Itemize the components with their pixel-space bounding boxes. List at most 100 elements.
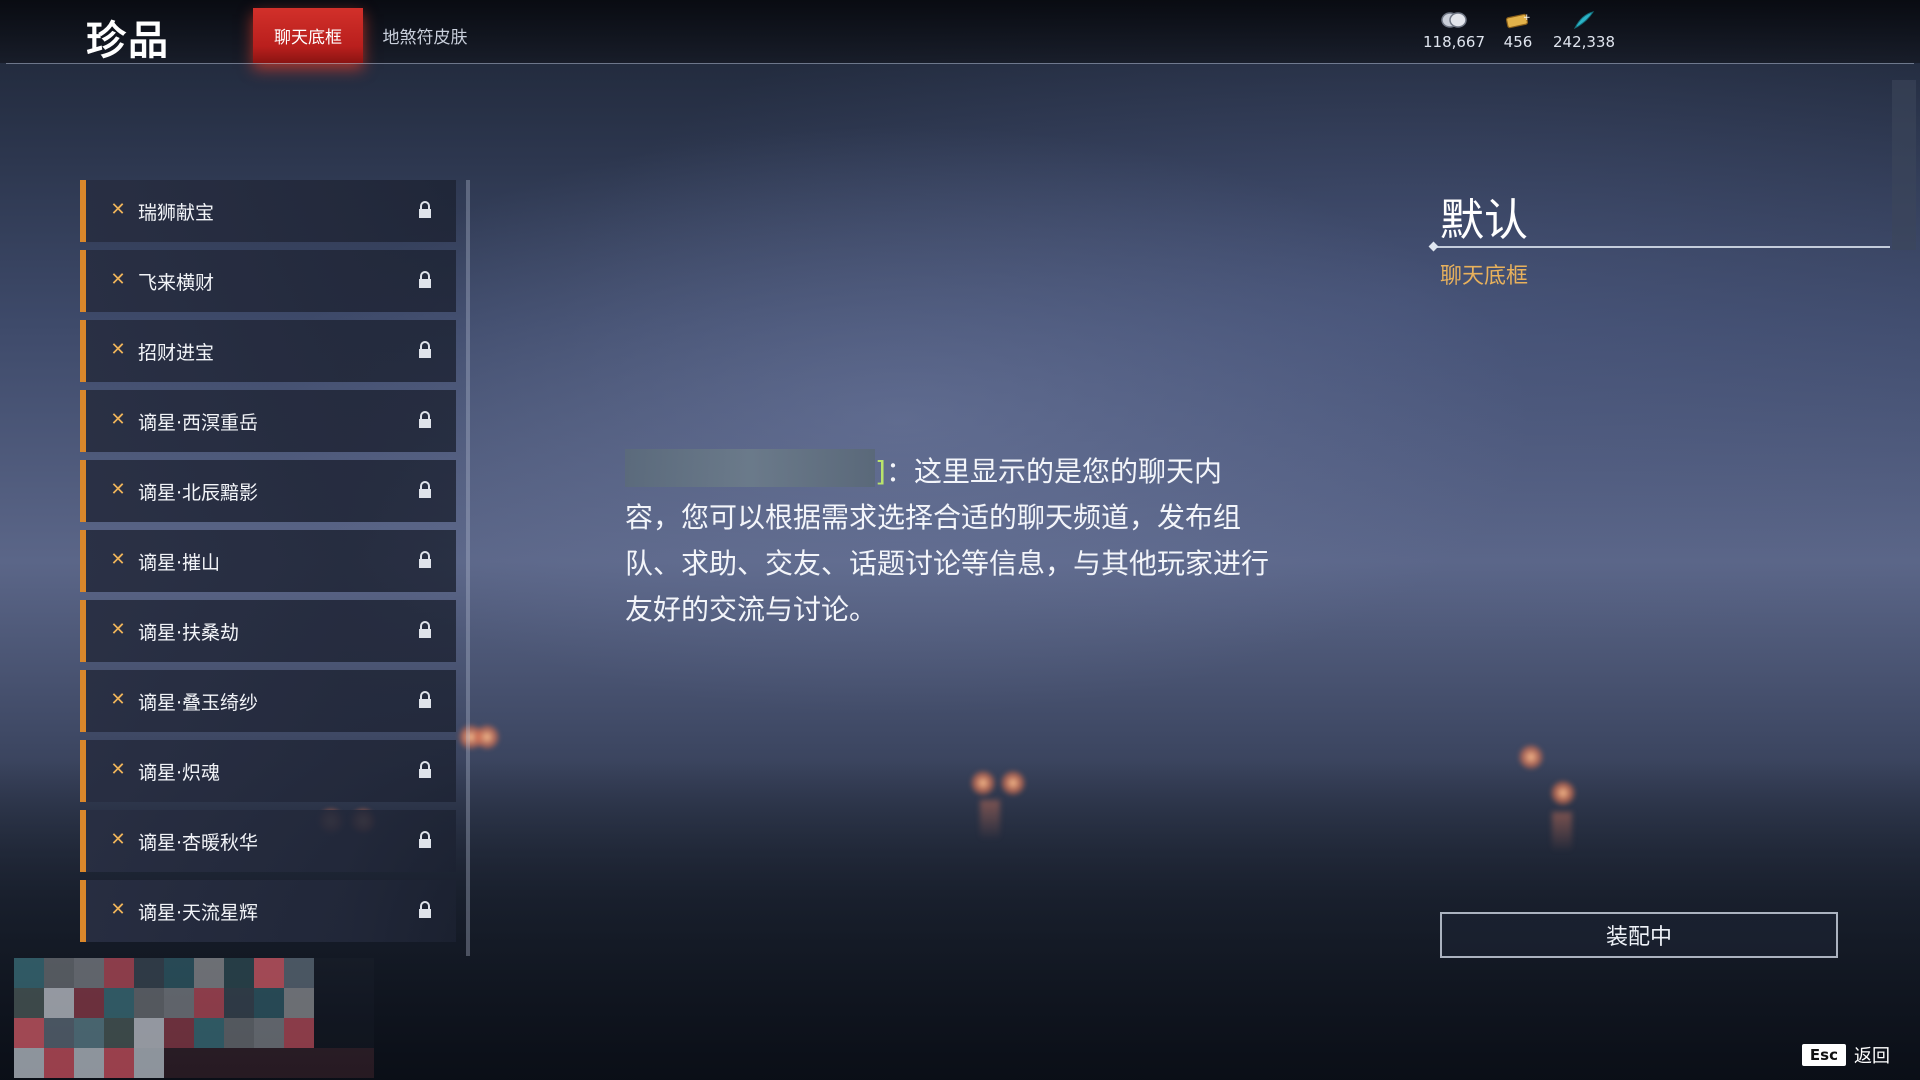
list-item[interactable]: ✕ 招财进宝 xyxy=(80,320,456,382)
pixel-block xyxy=(194,958,224,988)
lock-icon xyxy=(419,271,431,288)
pixel-block xyxy=(14,1018,44,1048)
list-item-label: 瑞狮献宝 xyxy=(138,202,215,224)
pixel-block xyxy=(134,1018,164,1048)
pixel-block xyxy=(344,1048,374,1078)
currency-tickets-value: 456 xyxy=(1503,33,1533,51)
rarity-badge-icon: ✕ xyxy=(110,479,126,500)
list-item-label: 招财进宝 xyxy=(138,342,215,364)
pixel-block xyxy=(344,1018,374,1048)
pixel-block xyxy=(194,1048,224,1078)
rarity-badge-icon: ✕ xyxy=(110,409,126,430)
pixel-block xyxy=(74,1018,104,1048)
pixel-block xyxy=(44,988,74,1018)
tab-label: 地煞符皮肤 xyxy=(382,28,468,48)
list-item[interactable]: ✕ 谪星·杏暖秋华 xyxy=(80,810,456,872)
pixel-block xyxy=(134,958,164,988)
pixel-block xyxy=(254,1048,284,1078)
lantern xyxy=(1550,780,1576,806)
pixel-block xyxy=(284,1048,314,1078)
pixel-block xyxy=(314,1018,344,1048)
equipped-button[interactable]: 装配中 xyxy=(1440,912,1838,958)
ticket-icon: + xyxy=(1505,13,1531,29)
detail-type: 聊天底框 xyxy=(1440,264,1529,289)
svg-text:+: + xyxy=(1523,13,1531,23)
redacted-player-info xyxy=(14,958,374,1080)
pixel-block xyxy=(74,988,104,1018)
pixel-block xyxy=(314,958,344,988)
detail-scrollbar[interactable] xyxy=(1892,80,1916,250)
lock-icon xyxy=(419,621,431,638)
currency-feathers-value: 242,338 xyxy=(1552,33,1616,51)
rarity-badge-icon: ✕ xyxy=(110,339,126,360)
pixel-block xyxy=(284,988,314,1018)
rarity-badge-icon: ✕ xyxy=(110,689,126,710)
lock-icon xyxy=(419,831,431,848)
pixel-block xyxy=(44,1018,74,1048)
pixel-block xyxy=(104,958,134,988)
lock-icon xyxy=(419,411,431,428)
list-item-label: 谪星·西溟重岳 xyxy=(138,412,259,434)
rarity-badge-icon: ✕ xyxy=(110,549,126,570)
rarity-badge-icon: ✕ xyxy=(110,829,126,850)
lantern-reflection xyxy=(1552,812,1572,852)
tab-chat-frame[interactable]: 聊天底框 xyxy=(253,8,363,63)
list-scrollbar[interactable] xyxy=(466,180,470,956)
pixel-block xyxy=(104,988,134,1018)
pixel-block xyxy=(44,1048,74,1078)
list-item[interactable]: ✕ 谪星·天流星辉 xyxy=(80,880,456,942)
list-item-label: 谪星·天流星辉 xyxy=(138,902,259,924)
pixel-block xyxy=(314,988,344,1018)
pixel-block xyxy=(74,958,104,988)
lantern xyxy=(474,724,500,750)
name-bracket: ] xyxy=(875,455,886,488)
lock-icon xyxy=(419,551,431,568)
pixel-block xyxy=(14,958,44,988)
pixel-block xyxy=(104,1048,134,1078)
top-bar: 珍品 聊天底框 地煞符皮肤 118,667 + 456 242,338 xyxy=(0,0,1920,64)
lock-icon xyxy=(419,481,431,498)
lantern-reflection xyxy=(980,800,1000,840)
list-item-label: 谪星·叠玉绮纱 xyxy=(138,692,259,714)
pixel-block xyxy=(74,1048,104,1078)
list-item[interactable]: ✕ 谪星·叠玉绮纱 xyxy=(80,670,456,732)
rarity-badge-icon: ✕ xyxy=(110,619,126,640)
pixel-block xyxy=(224,958,254,988)
pixel-block xyxy=(14,1048,44,1078)
pixel-block xyxy=(284,958,314,988)
pixel-block xyxy=(344,958,374,988)
list-item[interactable]: ✕ 谪星·北辰黯影 xyxy=(80,460,456,522)
rarity-badge-icon: ✕ xyxy=(110,199,126,220)
header-divider xyxy=(6,63,1914,64)
tab-talisman-skin[interactable]: 地煞符皮肤 xyxy=(370,8,480,63)
list-item-label: 飞来横财 xyxy=(138,272,215,294)
pixel-block xyxy=(254,958,284,988)
tab-label: 聊天底框 xyxy=(274,28,342,48)
pixel-block xyxy=(314,1048,344,1078)
pixel-block xyxy=(164,1048,194,1078)
pixel-block xyxy=(224,1048,254,1078)
pixel-block xyxy=(134,988,164,1018)
pixel-block xyxy=(344,988,374,1018)
rarity-badge-icon: ✕ xyxy=(110,759,126,780)
list-item[interactable]: ✕ 谪星·炽魂 xyxy=(80,740,456,802)
pixel-block xyxy=(194,988,224,1018)
lock-icon xyxy=(419,901,431,918)
chat-preview: ]：这里显示的是您的聊天内容，您可以根据需求选择合适的聊天频道，发布组队、求助、… xyxy=(625,449,1275,633)
list-item[interactable]: ✕ 谪星·扶桑劫 xyxy=(80,600,456,662)
esc-key-hint: Esc xyxy=(1801,1044,1846,1066)
pixel-block xyxy=(284,1018,314,1048)
list-item[interactable]: ✕ 谪星·西溟重岳 xyxy=(80,390,456,452)
pixel-block xyxy=(164,988,194,1018)
back-button[interactable]: Esc 返回 xyxy=(1801,1042,1890,1068)
lock-icon xyxy=(419,201,431,218)
list-item[interactable]: ✕ 飞来横财 xyxy=(80,250,456,312)
list-item[interactable]: ✕ 谪星·摧山 xyxy=(80,530,456,592)
list-item[interactable]: ✕ 瑞狮献宝 xyxy=(80,180,456,242)
back-label: 返回 xyxy=(1854,1046,1890,1067)
equipped-label: 装配中 xyxy=(1605,925,1672,950)
pixel-block xyxy=(104,1018,134,1048)
player-name-redacted xyxy=(625,449,875,487)
currency-coins: 118,667 xyxy=(1418,10,1490,51)
item-list[interactable]: ✕ 瑞狮献宝 ✕ 飞来横财 ✕ 招财进宝 ✕ 谪星·西溟重岳 ✕ 谪星·北辰黯影 ✕ 谪星·摧山 ✕ 谪星… xyxy=(80,180,460,956)
